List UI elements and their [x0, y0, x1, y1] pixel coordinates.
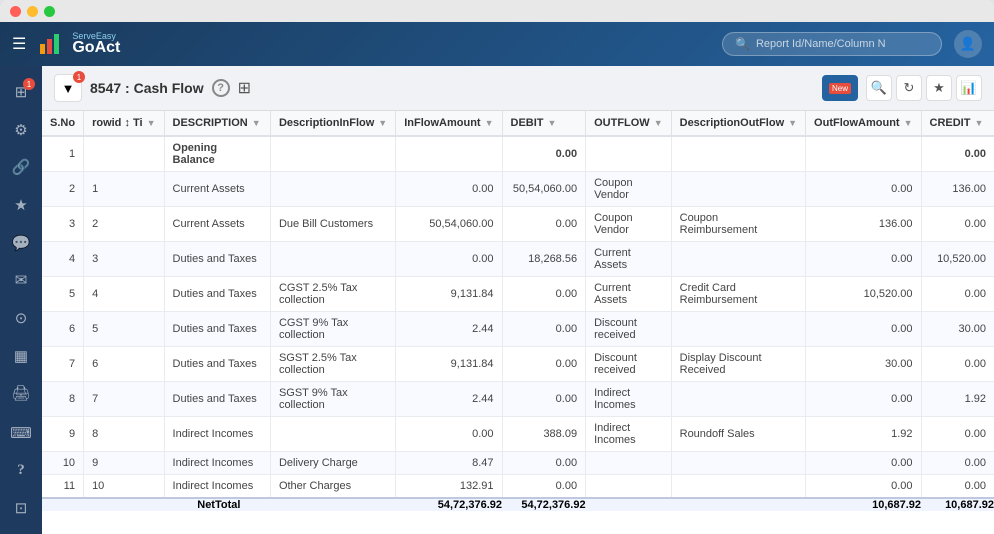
filter-badge: 1	[73, 71, 85, 83]
sidebar-item-chat[interactable]: 💬	[3, 225, 39, 261]
chat-sidebar-icon: 💬	[12, 234, 31, 252]
net-total-label: NetTotal	[42, 498, 396, 511]
net-total-debit: 54,72,376.92	[502, 498, 586, 511]
search-icon: 🔍	[735, 37, 750, 51]
net-total-inflow: 54,72,376.92	[396, 498, 502, 511]
refresh-icon: ↻	[904, 80, 915, 96]
net-total-outflow-empty	[586, 498, 672, 511]
search-toolbar-icon: 🔍	[871, 80, 887, 96]
net-total-outflowamount: 10,687.92	[806, 498, 921, 511]
star-button[interactable]: ★	[926, 75, 952, 101]
table-row: 98Indirect Incomes0.00388.09Indirect Inc…	[42, 417, 994, 452]
col-header-rowid[interactable]: rowid ↕ Ti▼	[84, 111, 164, 136]
new-button[interactable]: New	[822, 75, 858, 101]
toolbar-action-icons: 🔍 ↻ ★ 📊	[866, 75, 982, 101]
print-sidebar-icon: 🖨	[11, 384, 30, 402]
box-sidebar-icon: ⊡	[15, 499, 28, 517]
help-button[interactable]: ?	[212, 79, 230, 97]
grid-view-button[interactable]: ⊞	[238, 78, 251, 98]
top-navigation: ☰ ServeEasy GoAct 🔍 👤	[0, 22, 994, 66]
menu-button[interactable]: ☰	[12, 34, 26, 54]
search-bar[interactable]: 🔍	[722, 32, 942, 56]
table-container[interactable]: S.No rowid ↕ Ti▼ DESCRIPTION▼ Descriptio…	[42, 111, 994, 534]
sidebar-item-box[interactable]: ⊡	[3, 490, 39, 526]
link-sidebar-icon: 🔗	[12, 158, 31, 176]
logo-area: ServeEasy GoAct	[38, 30, 120, 58]
sidebar-item-keyboard[interactable]: ⌨	[3, 415, 39, 451]
sidebar-item-settings[interactable]: ⚙	[3, 112, 39, 148]
table-row: 54Duties and TaxesCGST 2.5% Tax collecti…	[42, 277, 994, 312]
table-row: 109Indirect IncomesDelivery Charge8.470.…	[42, 452, 994, 475]
table-row: 1110Indirect IncomesOther Charges132.910…	[42, 475, 994, 499]
settings-sidebar-icon: ⚙	[14, 121, 27, 139]
col-header-descriptionoutflow[interactable]: DescriptionOutFlow▼	[671, 111, 805, 136]
user-avatar[interactable]: 👤	[954, 30, 982, 58]
sidebar-item-help[interactable]: ?	[3, 453, 39, 489]
table-row: 43Duties and Taxes0.0018,268.56Current A…	[42, 242, 994, 277]
sidebar-item-clock[interactable]: ⊙	[3, 300, 39, 336]
minimize-dot[interactable]	[27, 6, 38, 17]
sidebar-item-link[interactable]: 🔗	[3, 149, 39, 185]
report-sidebar-icon: ▦	[14, 347, 28, 365]
chart-button[interactable]: 📊	[956, 75, 982, 101]
net-total-row: NetTotal 54,72,376.92 54,72,376.92 10,68…	[42, 498, 994, 511]
report-title: 8547 : Cash Flow	[90, 80, 204, 96]
table-row: 87Duties and TaxesSGST 9% Tax collection…	[42, 382, 994, 417]
col-header-debit[interactable]: DEBIT▼	[502, 111, 586, 136]
table-row: 65Duties and TaxesCGST 9% Tax collection…	[42, 312, 994, 347]
toolbar: ▼ 1 8547 : Cash Flow ? ⊞ New 🔍 ↻ ★	[42, 66, 994, 111]
sidebar: ⊞ 1 ⚙ 🔗 ★ 💬 ✉ ⊙ ▦ 🖨 ⌨ ?	[0, 66, 42, 534]
close-dot[interactable]	[10, 6, 21, 17]
refresh-button[interactable]: ↻	[896, 75, 922, 101]
sidebar-item-grid[interactable]: ⊞ 1	[3, 74, 39, 110]
sidebar-item-report[interactable]: ▦	[3, 338, 39, 374]
maximize-dot[interactable]	[44, 6, 55, 17]
star-sidebar-icon: ★	[14, 196, 27, 214]
new-badge: New	[829, 83, 851, 94]
cash-flow-table: S.No rowid ↕ Ti▼ DESCRIPTION▼ Descriptio…	[42, 111, 994, 511]
window-chrome	[0, 0, 994, 22]
table-row: 76Duties and TaxesSGST 2.5% Tax collecti…	[42, 347, 994, 382]
logo-icon	[38, 30, 66, 58]
keyboard-sidebar-icon: ⌨	[10, 424, 32, 442]
star-toolbar-icon: ★	[933, 80, 945, 96]
col-header-descriptioninflow[interactable]: DescriptionInFlow▼	[270, 111, 395, 136]
col-header-credit[interactable]: CREDIT▼	[921, 111, 994, 136]
filter-icon: ▼	[62, 81, 75, 96]
col-header-description[interactable]: DESCRIPTION▼	[164, 111, 270, 136]
table-header-row: S.No rowid ↕ Ti▼ DESCRIPTION▼ Descriptio…	[42, 111, 994, 136]
table-row: 21Current Assets0.0050,54,060.00Coupon V…	[42, 172, 994, 207]
filter-button[interactable]: ▼ 1	[54, 74, 82, 102]
table-row: 1Opening Balance0.000.00	[42, 136, 994, 172]
help-sidebar-icon: ?	[17, 462, 25, 479]
col-header-outflowamount[interactable]: OutFlowAmount▼	[806, 111, 921, 136]
sidebar-item-favorites[interactable]: ★	[3, 187, 39, 223]
sidebar-item-print[interactable]: 🖨	[3, 375, 39, 411]
main-layout: ⊞ 1 ⚙ 🔗 ★ 💬 ✉ ⊙ ▦ 🖨 ⌨ ?	[0, 66, 994, 534]
sidebar-item-email[interactable]: ✉	[3, 262, 39, 298]
col-header-outflow[interactable]: OUTFLOW▼	[586, 111, 672, 136]
logo-text: ServeEasy GoAct	[72, 31, 120, 57]
table-row: 32Current AssetsDue Bill Customers50,54,…	[42, 207, 994, 242]
clock-sidebar-icon: ⊙	[15, 309, 28, 327]
search-button[interactable]: 🔍	[866, 75, 892, 101]
email-sidebar-icon: ✉	[15, 271, 28, 289]
col-header-sno[interactable]: S.No	[42, 111, 84, 136]
net-total-descout-empty	[671, 498, 805, 511]
search-input[interactable]	[756, 38, 929, 50]
net-total-credit: 10,687.92	[921, 498, 994, 511]
col-header-inflowamount[interactable]: InFlowAmount▼	[396, 111, 502, 136]
notification-badge: 1	[23, 78, 35, 90]
content-area: ▼ 1 8547 : Cash Flow ? ⊞ New 🔍 ↻ ★	[42, 66, 994, 534]
chart-icon: 📊	[961, 80, 977, 96]
